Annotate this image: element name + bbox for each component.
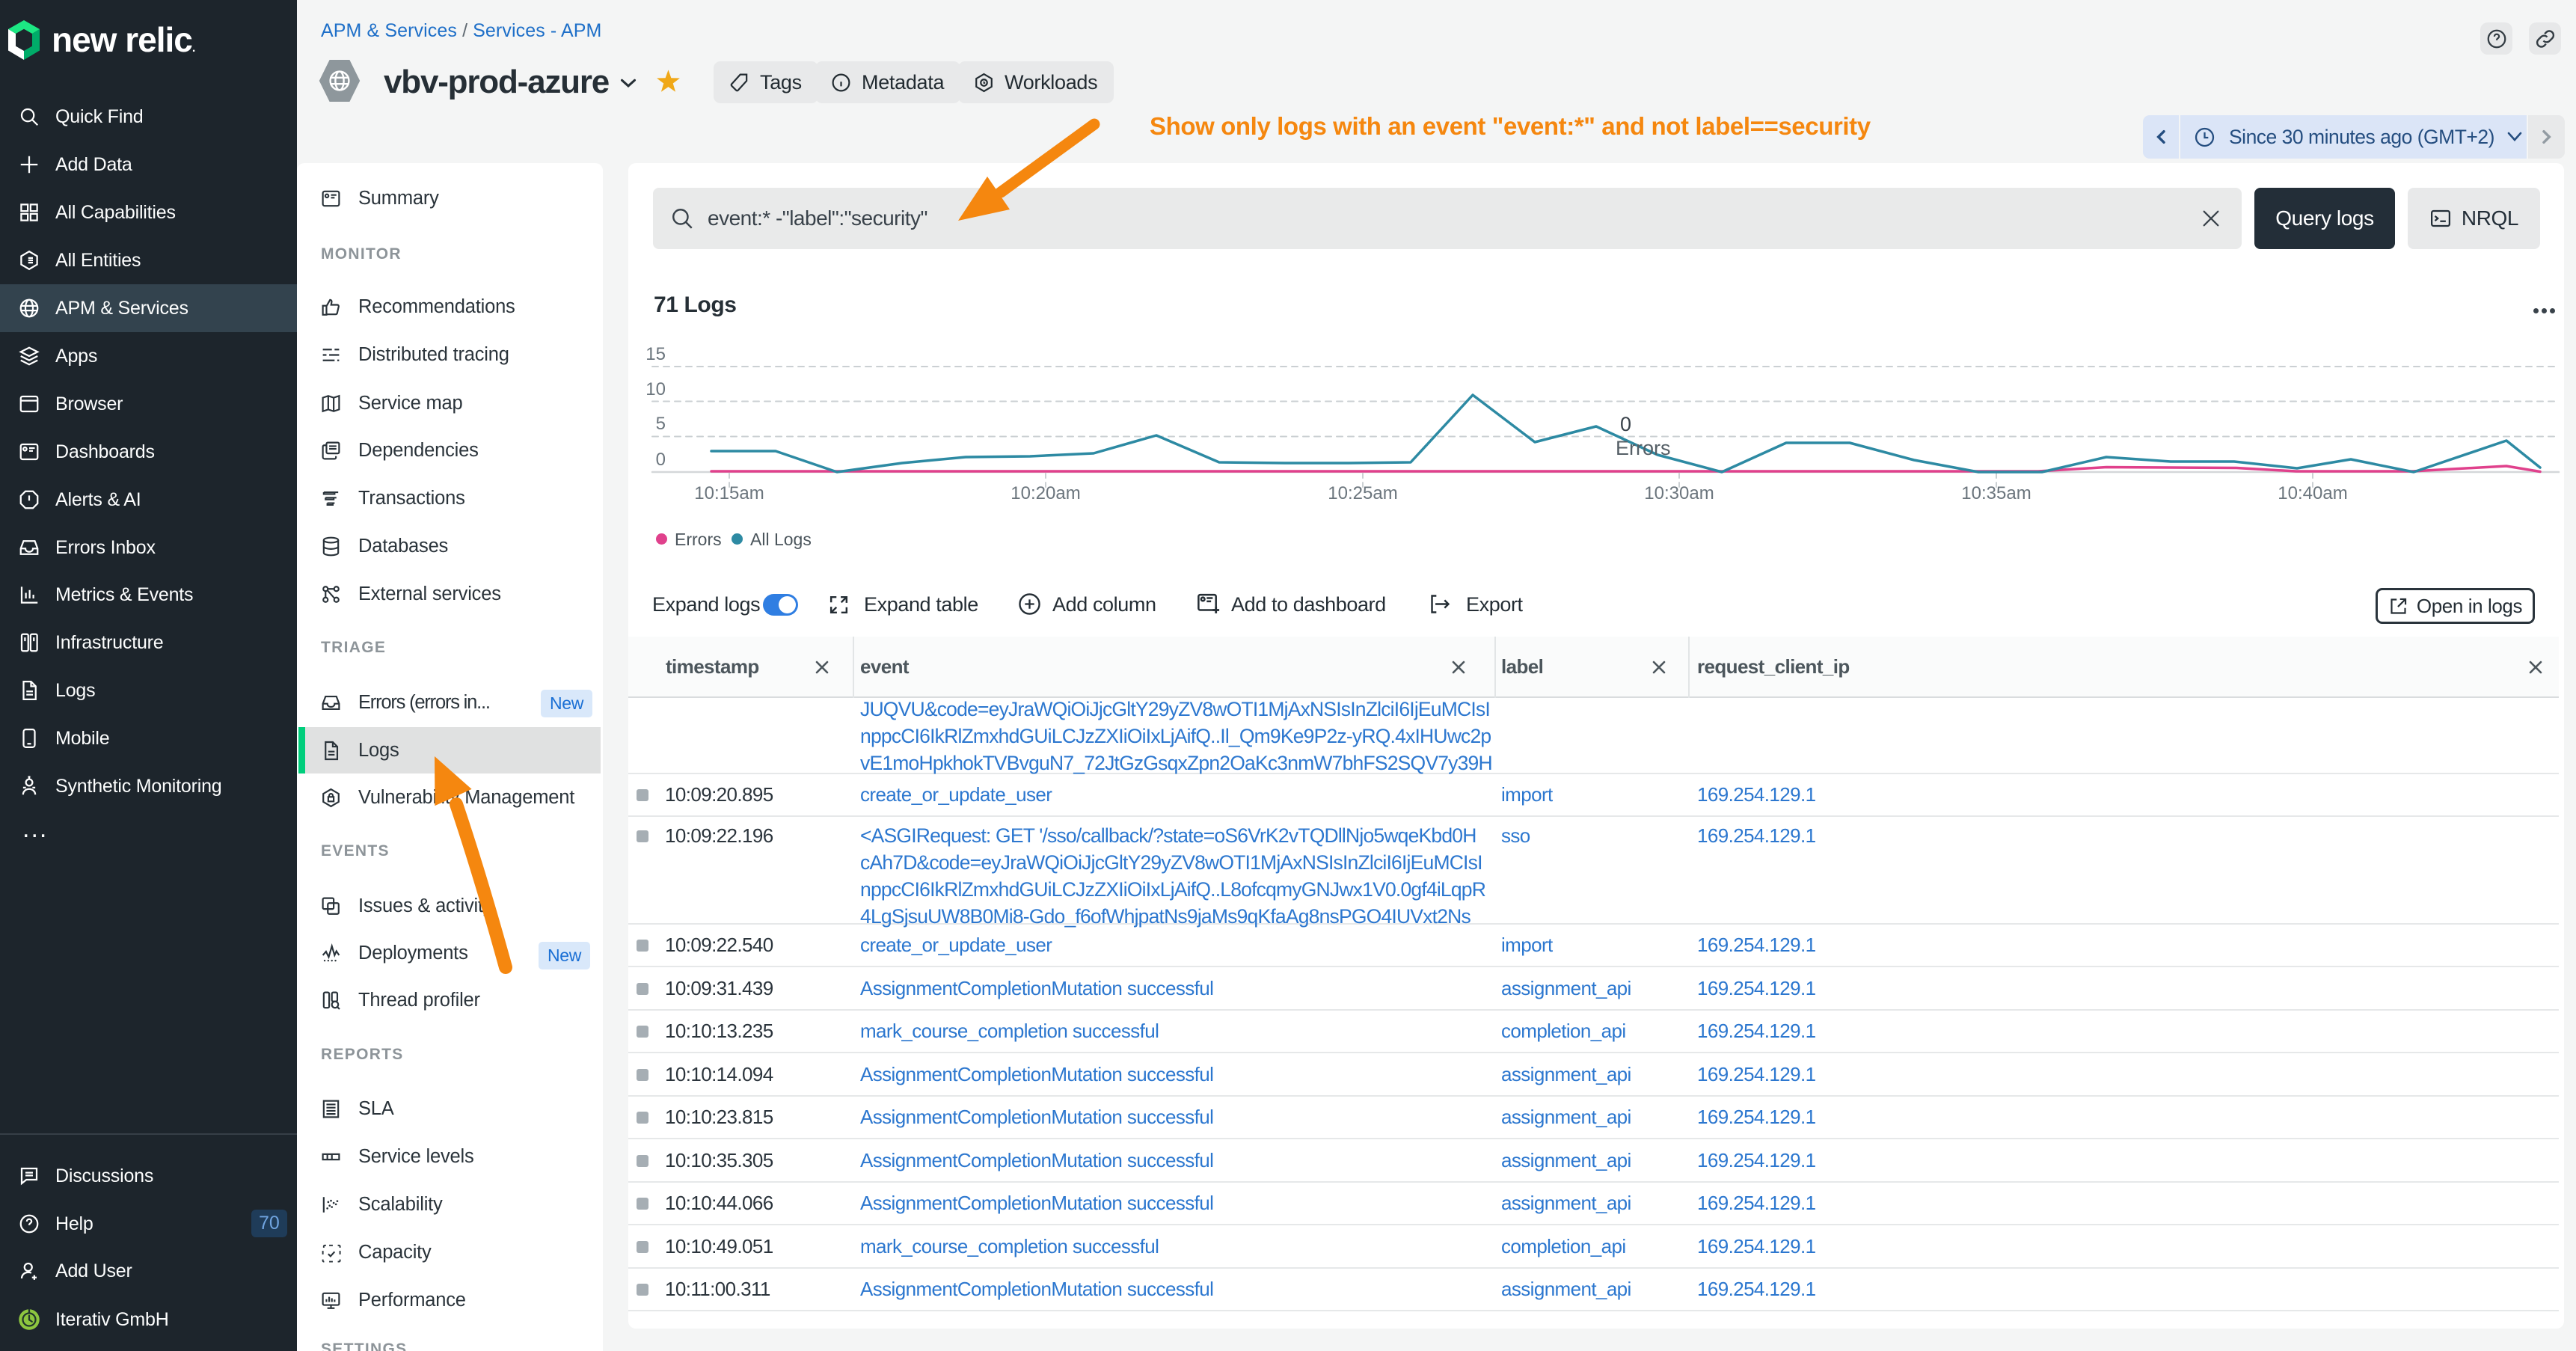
svg-text:0: 0 bbox=[656, 450, 666, 470]
svg-text:10:35am: 10:35am bbox=[1961, 483, 2031, 503]
svg-text:10:20am: 10:20am bbox=[1011, 483, 1080, 503]
svg-text:5: 5 bbox=[656, 414, 666, 434]
svg-text:15: 15 bbox=[645, 344, 666, 364]
svg-text:10:30am: 10:30am bbox=[1644, 483, 1714, 503]
svg-text:10: 10 bbox=[645, 379, 666, 399]
svg-text:10:15am: 10:15am bbox=[694, 483, 764, 503]
svg-text:10:25am: 10:25am bbox=[1328, 483, 1397, 503]
svg-text:Errors: Errors bbox=[1616, 437, 1671, 459]
svg-text:0: 0 bbox=[1620, 413, 1631, 435]
svg-text:10:40am: 10:40am bbox=[2278, 483, 2347, 503]
